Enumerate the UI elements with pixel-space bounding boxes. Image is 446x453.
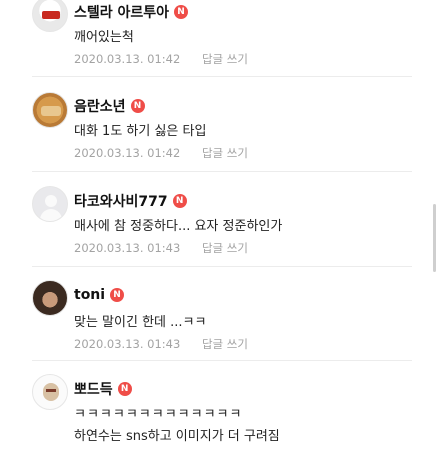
divider: [32, 360, 412, 361]
reply-button[interactable]: 답글 쓰기: [202, 241, 248, 255]
scrollbar[interactable]: [433, 204, 436, 272]
comment-text: 매사에 참 정중하다... 요자 정준하인가: [74, 219, 283, 234]
avatar[interactable]: [32, 280, 68, 316]
avatar[interactable]: [32, 92, 68, 128]
comment-author[interactable]: toni N: [74, 287, 125, 303]
comment-timestamp: 2020.03.13. 01:43: [74, 241, 181, 255]
divider: [32, 266, 412, 267]
reply-button[interactable]: 답글 쓰기: [202, 52, 248, 66]
comment-author[interactable]: 뽀드득 N: [74, 379, 132, 399]
avatar[interactable]: [32, 186, 68, 222]
divider: [32, 171, 412, 172]
naver-badge-icon: N: [117, 382, 132, 396]
comment-meta: 2020.03.13. 01:42 답글 쓰기: [74, 51, 248, 67]
naver-badge-icon: N: [110, 288, 125, 302]
reply-button[interactable]: 답글 쓰기: [202, 146, 248, 160]
comment-text: ㅋㅋㅋㅋㅋㅋㅋㅋㅋㅋㅋㅋㅋ: [74, 407, 243, 422]
comment-author[interactable]: 스텔라 아르투아 N: [74, 2, 189, 22]
divider: [32, 76, 412, 77]
comment-text: 대화 1도 하기 싫은 타입: [74, 124, 207, 139]
comment-text: 맞는 말이긴 한데 ...ㅋㅋ: [74, 315, 207, 330]
comment-timestamp: 2020.03.13. 01:42: [74, 52, 181, 66]
naver-badge-icon: N: [172, 194, 187, 208]
comment-text: 깨어있는척: [74, 30, 134, 45]
comment-meta: 2020.03.13. 01:42 답글 쓰기: [74, 145, 248, 161]
comment-meta: 2020.03.13. 01:43 답글 쓰기: [74, 240, 248, 256]
comment-meta: 2020.03.13. 01:43 답글 쓰기: [74, 336, 248, 352]
comment-author[interactable]: 음란소년 N: [74, 96, 145, 116]
comment-author[interactable]: 타코와사비777 N: [74, 191, 187, 211]
reply-button[interactable]: 답글 쓰기: [202, 337, 248, 351]
comment-timestamp: 2020.03.13. 01:43: [74, 337, 181, 351]
avatar[interactable]: [32, 374, 68, 410]
naver-badge-icon: N: [174, 5, 189, 19]
naver-badge-icon: N: [130, 99, 145, 113]
avatar[interactable]: [32, 0, 68, 32]
comment-timestamp: 2020.03.13. 01:42: [74, 146, 181, 160]
comment-text-line2: 하연수는 sns하고 이미지가 더 구려짐: [74, 429, 280, 444]
